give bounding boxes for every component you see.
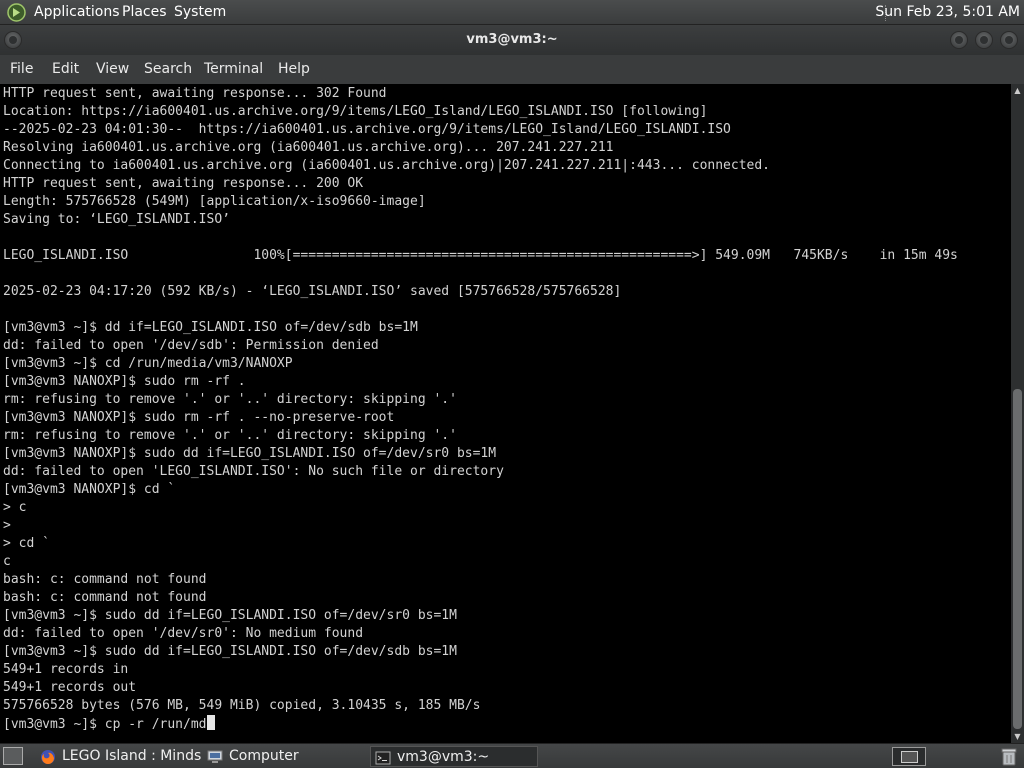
places-menu[interactable]: Places — [122, 4, 167, 21]
taskbar-item-computer[interactable]: Computer — [203, 746, 363, 767]
terminal-line: [vm3@vm3 ~]$ sudo dd if=LEGO_ISLANDI.ISO… — [3, 608, 457, 623]
taskbar-item-label: Computer — [229, 748, 299, 764]
terminal-lines: HTTP request sent, awaiting response... … — [3, 85, 958, 733]
minimize-button[interactable] — [950, 31, 968, 49]
terminal-line: [vm3@vm3 ~]$ sudo dd if=LEGO_ISLANDI.ISO… — [3, 644, 457, 659]
terminal-line: > — [3, 518, 11, 533]
terminal-prompt-line[interactable]: [vm3@vm3 ~]$ cp -r /run/md — [3, 715, 958, 733]
terminal-line: > c — [3, 500, 27, 515]
terminal-line: dd: failed to open 'LEGO_ISLANDI.ISO': N… — [3, 464, 504, 479]
terminal-line: HTTP request sent, awaiting response... … — [3, 86, 387, 101]
applications-menu[interactable]: Applications — [34, 4, 120, 21]
taskbar-item-label: LEGO Island : Minds... — [62, 748, 202, 764]
top-panel: Applications Places System Sun Feb 23, 5… — [0, 0, 1024, 25]
terminal-scrollbar[interactable]: ▲ ▼ — [1011, 84, 1024, 743]
terminal-line: HTTP request sent, awaiting response... … — [3, 176, 364, 191]
terminal-line: [vm3@vm3 ~]$ dd if=LEGO_ISLANDI.ISO of=/… — [3, 320, 418, 335]
terminal-line: Connecting to ia600401.us.archive.org (i… — [3, 158, 771, 173]
terminal-line: bash: c: command not found — [3, 572, 207, 587]
menu-file[interactable]: File — [10, 61, 33, 77]
terminal-line: dd: failed to open '/dev/sdb': Permissio… — [3, 338, 379, 353]
menu-edit[interactable]: Edit — [52, 61, 79, 77]
show-desktop-button[interactable] — [3, 747, 23, 765]
terminal-line: 549+1 records in — [3, 662, 129, 677]
terminal-line: LEGO_ISLANDI.ISO 100%[==================… — [3, 248, 958, 263]
scroll-down-arrow-icon[interactable]: ▼ — [1011, 730, 1024, 743]
system-menu[interactable]: System — [174, 4, 226, 21]
terminal-line: [vm3@vm3 NANOXP]$ sudo rm -rf . — [3, 374, 246, 389]
terminal-line: Saving to: ‘LEGO_ISLANDI.ISO’ — [3, 212, 230, 227]
taskbar-item-terminal[interactable]: vm3@vm3:~ — [370, 746, 538, 767]
terminal-line: c — [3, 554, 11, 569]
bottom-taskbar: LEGO Island : Minds... Computer vm3@vm3:… — [0, 743, 1024, 768]
menu-terminal[interactable]: Terminal — [204, 61, 263, 77]
terminal-line: Resolving ia600401.us.archive.org (ia600… — [3, 140, 614, 155]
firefox-icon — [41, 750, 55, 764]
scroll-thumb[interactable] — [1013, 389, 1022, 729]
taskbar-item-label: vm3@vm3:~ — [397, 749, 490, 765]
terminal-menubar: File Edit View Search Terminal Help — [0, 55, 1024, 84]
terminal-line: Length: 575766528 (549M) [application/x-… — [3, 194, 426, 209]
terminal-line: > cd ` — [3, 536, 50, 551]
maximize-button[interactable] — [975, 31, 993, 49]
applications-logo-icon[interactable] — [7, 3, 26, 22]
terminal-line: --2025-02-23 04:01:30-- https://ia600401… — [3, 122, 731, 137]
terminal-line: 549+1 records out — [3, 680, 137, 695]
scroll-up-arrow-icon[interactable]: ▲ — [1011, 84, 1024, 97]
menu-view[interactable]: View — [96, 61, 129, 77]
terminal-line: 2025-02-23 04:17:20 (592 KB/s) - ‘LEGO_I… — [3, 284, 622, 299]
terminal-line: 575766528 bytes (576 MB, 549 MiB) copied… — [3, 698, 481, 713]
close-button[interactable] — [1000, 31, 1018, 49]
terminal-line: [vm3@vm3 NANOXP]$ cd ` — [3, 482, 176, 497]
prompt-input-text: [vm3@vm3 ~]$ cp -r /run/md — [3, 717, 207, 732]
text-cursor — [206, 715, 215, 730]
terminal-line: [vm3@vm3 NANOXP]$ sudo dd if=LEGO_ISLAND… — [3, 446, 497, 461]
terminal-line: Location: https://ia600401.us.archive.or… — [3, 104, 708, 119]
terminal-line: rm: refusing to remove '.' or '..' direc… — [3, 428, 457, 443]
terminal-line: [vm3@vm3 ~]$ cd /run/media/vm3/NANOXP — [3, 356, 293, 371]
workspace-1[interactable] — [901, 751, 918, 763]
terminal-line: bash: c: command not found — [3, 590, 207, 605]
window-title: vm3@vm3:~ — [466, 32, 558, 47]
terminal-line: dd: failed to open '/dev/sr0': No medium… — [3, 626, 364, 641]
terminal-line: rm: refusing to remove '.' or '..' direc… — [3, 392, 457, 407]
computer-icon — [207, 750, 223, 763]
window-titlebar[interactable]: vm3@vm3:~ — [0, 25, 1024, 55]
workspace-switcher[interactable] — [892, 747, 926, 766]
menu-help[interactable]: Help — [278, 61, 310, 77]
menu-search[interactable]: Search — [144, 61, 192, 77]
taskbar-item-firefox[interactable]: LEGO Island : Minds... — [36, 746, 202, 767]
terminal-line: [vm3@vm3 NANOXP]$ sudo rm -rf . --no-pre… — [3, 410, 395, 425]
clock[interactable]: Sun Feb 23, 5:01 AM — [875, 4, 1020, 21]
terminal-icon — [375, 751, 391, 765]
trash-icon[interactable] — [1000, 747, 1018, 766]
terminal-output[interactable]: HTTP request sent, awaiting response... … — [0, 84, 1011, 743]
